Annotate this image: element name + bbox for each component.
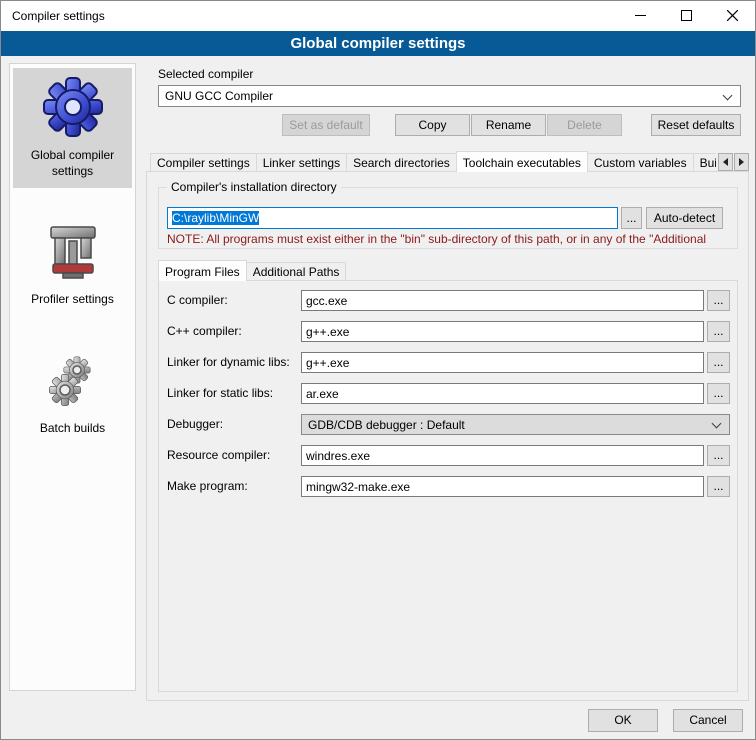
tab-compiler-settings[interactable]: Compiler settings xyxy=(150,153,257,172)
field-label: Linker for dynamic libs: xyxy=(167,355,290,369)
dialog-header: Global compiler settings xyxy=(1,31,755,56)
close-icon xyxy=(727,9,738,24)
field-label: C compiler: xyxy=(167,293,228,307)
browse-make-program-button[interactable]: ... xyxy=(707,476,730,497)
chevron-down-icon xyxy=(723,91,733,101)
chevron-down-icon xyxy=(712,419,722,429)
browse-c-compiler-button[interactable]: ... xyxy=(707,290,730,311)
set-as-default-button: Set as default xyxy=(282,114,370,136)
sidebar-item-profiler-settings[interactable]: Profiler settings xyxy=(13,212,132,317)
field-label: Linker for static libs: xyxy=(167,386,273,400)
debugger-select-value: GDB/CDB debugger : Default xyxy=(308,418,465,432)
titlebar: Compiler settings xyxy=(1,1,755,31)
delete-button: Delete xyxy=(547,114,622,136)
sidebar-item-global-compiler-settings[interactable]: Global compiler settings xyxy=(13,68,132,188)
sidebar-item-label: Global compiler settings xyxy=(17,148,129,179)
blue-gear-icon xyxy=(41,75,105,139)
browse-static-linker-button[interactable]: ... xyxy=(707,383,730,404)
field-label: Make program: xyxy=(167,479,248,493)
tab-program-files[interactable]: Program Files xyxy=(158,260,247,281)
tab-scroll-left-button[interactable] xyxy=(718,153,733,171)
tab-scroll-right-button[interactable] xyxy=(734,153,749,171)
make-program-input[interactable] xyxy=(301,476,704,497)
tab-custom-variables[interactable]: Custom variables xyxy=(587,153,694,172)
sidebar-item-label: Batch builds xyxy=(17,421,129,437)
tab-linker-settings[interactable]: Linker settings xyxy=(256,153,347,172)
copy-button[interactable]: Copy xyxy=(395,114,470,136)
minimize-icon xyxy=(635,9,646,24)
sidebar-item-batch-builds[interactable]: Batch builds xyxy=(13,341,132,446)
cancel-button[interactable]: Cancel xyxy=(673,709,743,732)
clamp-icon xyxy=(41,219,105,283)
program-tabstrip: Program Files Additional Paths xyxy=(158,259,558,281)
debugger-select[interactable]: GDB/CDB debugger : Default xyxy=(301,414,730,435)
field-label: Resource compiler: xyxy=(167,448,270,462)
installation-directory-input[interactable]: C:\raylib\MinGW xyxy=(167,207,618,229)
browse-resource-compiler-button[interactable]: ... xyxy=(707,445,730,466)
ok-button[interactable]: OK xyxy=(588,709,658,732)
field-label: C++ compiler: xyxy=(167,324,242,338)
compiler-select-value: GNU GCC Compiler xyxy=(165,89,273,103)
selected-text: C:\raylib\MinGW xyxy=(172,211,259,225)
compiler-select[interactable]: GNU GCC Compiler xyxy=(158,85,741,107)
main-tabstrip: Compiler settings Linker settings Search… xyxy=(150,150,716,172)
dynamic-linker-input[interactable] xyxy=(301,352,704,373)
triangle-left-icon xyxy=(723,158,728,166)
browse-install-dir-button[interactable]: ... xyxy=(621,207,642,229)
sidebar-item-label: Profiler settings xyxy=(17,292,129,308)
browse-cpp-compiler-button[interactable]: ... xyxy=(707,321,730,342)
compiler-settings-window: Compiler settings Global compiler settin… xyxy=(0,0,756,740)
window-controls xyxy=(617,1,755,31)
group-title: Compiler's installation directory xyxy=(167,180,341,194)
resource-compiler-input[interactable] xyxy=(301,445,704,466)
tab-toolchain-executables[interactable]: Toolchain executables xyxy=(456,151,588,172)
static-linker-input[interactable] xyxy=(301,383,704,404)
window-title: Compiler settings xyxy=(12,9,105,23)
minimize-button[interactable] xyxy=(617,1,663,31)
browse-dynamic-linker-button[interactable]: ... xyxy=(707,352,730,373)
maximize-button[interactable] xyxy=(663,1,709,31)
tab-build[interactable]: Buil xyxy=(693,153,716,172)
note-text: NOTE: All programs must exist either in … xyxy=(167,232,738,246)
rename-button[interactable]: Rename xyxy=(471,114,546,136)
triangle-right-icon xyxy=(739,158,744,166)
reset-defaults-button[interactable]: Reset defaults xyxy=(651,114,741,136)
field-label: Debugger: xyxy=(167,417,223,431)
gray-gears-icon xyxy=(41,348,105,412)
tab-search-directories[interactable]: Search directories xyxy=(346,153,457,172)
tab-additional-paths[interactable]: Additional Paths xyxy=(246,262,347,281)
auto-detect-button[interactable]: Auto-detect xyxy=(646,207,723,229)
cpp-compiler-input[interactable] xyxy=(301,321,704,342)
sidebar: Global compiler settings xyxy=(9,63,136,691)
maximize-icon xyxy=(681,9,692,24)
selected-compiler-label: Selected compiler xyxy=(158,67,253,81)
c-compiler-input[interactable] xyxy=(301,290,704,311)
close-button[interactable] xyxy=(709,1,755,31)
